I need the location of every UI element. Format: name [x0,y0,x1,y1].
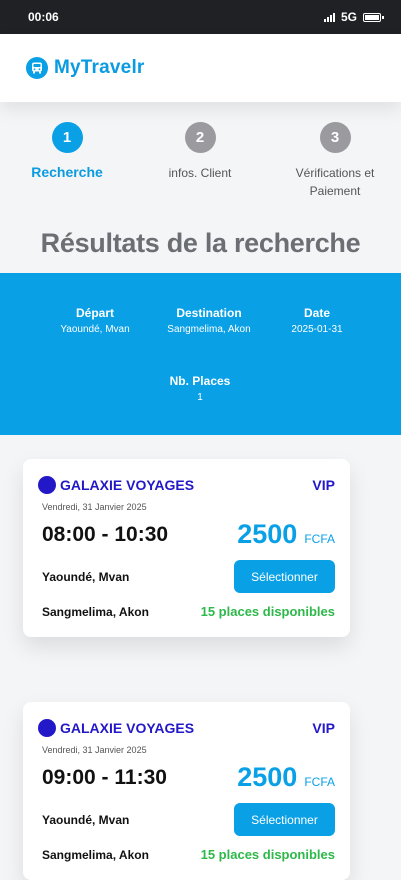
step-number: 1 [51,122,83,153]
step-recherche[interactable]: 1 Recherche [22,122,112,181]
date-value: 2025-01-31 [291,324,343,335]
summary-date: Date 2025-01-31 [277,306,357,335]
step-label: Vérifications et Paiement [295,166,375,198]
step-verification-paiement[interactable]: 3 Vérifications et Paiement [287,122,383,200]
step-number: 2 [184,122,216,153]
destination-value: Sangmelima, Akon [167,324,251,335]
trip-time: 08:00 - 10:30 [42,523,169,546]
company: GALAXIE VOYAGES [38,719,194,737]
trip-from: Yaoundé, Mvan [42,570,130,584]
trip-time: 09:00 - 11:30 [42,766,167,789]
step-infos-client[interactable]: 2 infos. Client [150,122,250,182]
status-bar: 00:06 5G [0,0,401,34]
step-label: infos. Client [168,166,232,180]
summary-departure: Départ Yaoundé, Mvan [50,306,140,335]
trip-price: 2500 FCFA [237,762,335,793]
trip-date: Vendredi, 31 Janvier 2025 [42,745,147,755]
battery-icon [363,12,384,22]
company-logo-icon [38,476,56,494]
bus-icon[interactable] [26,57,48,79]
trip-to: Sangmelima, Akon [42,605,149,619]
class-badge: VIP [312,720,335,736]
trip-card[interactable]: GALAXIE VOYAGES VIP Vendredi, 31 Janvier… [23,702,350,880]
trip-date: Vendredi, 31 Janvier 2025 [42,502,147,512]
company-logo-icon [38,719,56,737]
destination-label: Destination [176,306,242,320]
company-name: GALAXIE VOYAGES [60,720,195,736]
summary-seats: Nb. Places 1 [155,374,245,403]
search-summary: Départ Yaoundé, Mvan Destination Sangmel… [0,273,401,435]
seats-value: 1 [197,392,203,403]
company-name: GALAXIE VOYAGES [60,477,195,493]
date-label: Date [303,306,330,320]
network-type: 5G [340,10,357,24]
page-title: Résultats de la recherche [40,228,361,258]
price-amount: 2500 [237,762,298,792]
trip-card[interactable]: GALAXIE VOYAGES VIP Vendredi, 31 Janvier… [23,459,350,637]
status-icons: 5G [323,10,384,24]
availability: 15 places disponibles [200,847,335,862]
price-amount: 2500 [237,519,298,549]
departure-label: Départ [75,306,114,320]
trip-from: Yaoundé, Mvan [42,813,130,827]
app-header: MyTravelr [0,34,401,102]
trip-to: Sangmelima, Akon [42,848,149,862]
step-number: 3 [319,122,351,153]
company: GALAXIE VOYAGES [38,476,194,494]
summary-destination: Destination Sangmelima, Akon [159,306,259,335]
price-currency: FCFA [304,532,335,546]
price-currency: FCFA [304,775,335,789]
select-button[interactable]: Sélectionner [234,803,335,836]
status-time: 00:06 [28,10,59,24]
class-badge: VIP [312,477,335,493]
availability: 15 places disponibles [200,604,335,619]
departure-value: Yaoundé, Mvan [60,324,130,335]
trip-price: 2500 FCFA [237,519,335,550]
signal-icon [323,12,335,22]
seats-label: Nb. Places [169,374,231,388]
progress-stepper: 1 Recherche 2 infos. Client 3 Vérificati… [0,122,401,202]
step-label: Recherche [31,164,103,180]
app-logo-text[interactable]: MyTravelr [54,57,145,79]
select-button[interactable]: Sélectionner [234,560,335,593]
